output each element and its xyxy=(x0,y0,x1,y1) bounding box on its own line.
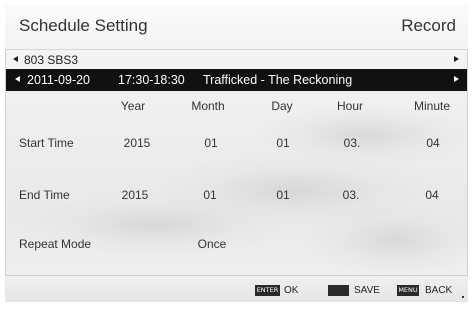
start-day-field[interactable]: 01 xyxy=(276,136,289,150)
background-cloud xyxy=(155,155,435,225)
end-day-field[interactable]: 01 xyxy=(276,188,289,202)
end-time-label: End Time xyxy=(19,188,70,202)
menu-key-icon: MENU xyxy=(397,285,419,296)
ok-hint: OK xyxy=(284,285,299,296)
end-minute-field[interactable]: 04 xyxy=(425,188,438,202)
back-hint: BACK xyxy=(425,285,453,296)
program-title: Trafficked - The Reckoning xyxy=(203,73,353,87)
save-hint: SAVE xyxy=(354,285,380,296)
column-header-month: Month xyxy=(191,99,225,113)
corner-marker xyxy=(462,296,464,298)
background-cloud xyxy=(255,105,468,165)
start-time-label: Start Time xyxy=(19,136,74,150)
schedule-setting-screen: Schedule Setting Record 803 SBS3 2011-09… xyxy=(5,5,468,302)
triangle-left-icon[interactable] xyxy=(13,56,18,62)
start-hour-field[interactable]: 03. xyxy=(344,136,361,150)
enter-key-icon: ENTER xyxy=(255,285,280,296)
repeat-mode-label: Repeat Mode xyxy=(19,237,92,251)
column-header-day: Day xyxy=(271,99,293,113)
start-year-field[interactable]: 2015 xyxy=(124,136,151,150)
end-hour-field[interactable]: 03. xyxy=(343,188,360,202)
channel-selector[interactable]: 803 SBS3 xyxy=(5,51,468,69)
background-cloud xyxy=(305,205,468,275)
triangle-right-icon[interactable] xyxy=(454,76,459,82)
save-key-icon xyxy=(328,285,349,296)
record-label: Record xyxy=(401,16,456,35)
program-time: 17:30-18:30 xyxy=(118,73,185,87)
repeat-mode-field[interactable]: Once xyxy=(198,237,227,251)
screen-header: Schedule Setting Record xyxy=(5,5,468,50)
column-header-minute: Minute xyxy=(413,99,451,113)
triangle-left-icon[interactable] xyxy=(15,76,20,82)
start-minute-field[interactable]: 04 xyxy=(426,136,439,150)
triangle-right-icon[interactable] xyxy=(454,56,459,62)
column-header-year: Year xyxy=(120,99,146,113)
key-hint-bar: ENTER OK SAVE MENU BACK xyxy=(5,275,468,302)
program-selector[interactable]: 2011-09-20 17:30-18:30 Trafficked - The … xyxy=(6,69,467,91)
channel-label: 803 SBS3 xyxy=(24,53,79,67)
end-year-field[interactable]: 2015 xyxy=(122,188,149,202)
program-date: 2011-09-20 xyxy=(27,73,91,87)
column-header-hour: Hour xyxy=(336,99,364,113)
page-title: Schedule Setting xyxy=(19,16,148,35)
end-month-field[interactable]: 01 xyxy=(203,188,216,202)
start-month-field[interactable]: 01 xyxy=(204,136,217,150)
